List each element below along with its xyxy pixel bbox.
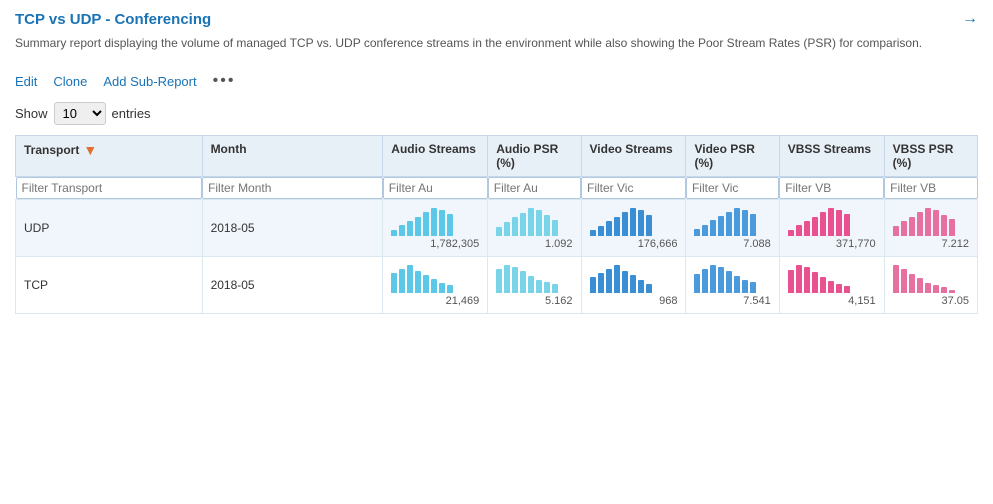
- cell-audio_psr: 5.162: [488, 257, 581, 314]
- header-video-psr[interactable]: Video PSR (%): [686, 136, 779, 177]
- filter-audio-streams-cell: [383, 177, 488, 200]
- table-header-row: Transport ▼ Month Audio Streams Audio PS…: [16, 136, 978, 177]
- filter-audio-psr-input[interactable]: [488, 177, 581, 199]
- header-audio-streams[interactable]: Audio Streams: [383, 136, 488, 177]
- filter-video-psr-input[interactable]: [686, 177, 779, 199]
- table-row: TCP2018-05 21,469 5.162 968 7.541 4,151 …: [16, 257, 978, 314]
- cell-transport: TCP: [16, 257, 203, 314]
- filter-row: [16, 177, 978, 200]
- filter-transport-cell: [16, 177, 203, 200]
- show-entries-control: Show 10 25 50 100 entries: [15, 102, 978, 125]
- entries-select[interactable]: 10 25 50 100: [54, 102, 106, 125]
- header-video-streams[interactable]: Video Streams: [581, 136, 686, 177]
- cell-transport: UDP: [16, 200, 203, 257]
- more-options-button[interactable]: •••: [213, 72, 236, 90]
- cell-vbss_psr: 7.212: [884, 200, 977, 257]
- data-table: Transport ▼ Month Audio Streams Audio PS…: [15, 135, 978, 314]
- filter-transport-input[interactable]: [16, 177, 203, 199]
- header-transport[interactable]: Transport ▼: [16, 136, 203, 177]
- page-title: TCP vs UDP - Conferencing →: [15, 10, 978, 28]
- entries-label: entries: [112, 106, 151, 121]
- show-label: Show: [15, 106, 48, 121]
- cell-video_psr: 7.541: [686, 257, 779, 314]
- filter-vbss-streams-cell: [779, 177, 884, 200]
- header-month[interactable]: Month: [202, 136, 383, 177]
- filter-vbss-streams-input[interactable]: [779, 177, 884, 199]
- header-vbss-psr[interactable]: VBSS PSR (%): [884, 136, 977, 177]
- filter-vbss-psr-input[interactable]: [884, 177, 977, 199]
- filter-video-streams-cell: [581, 177, 686, 200]
- filter-audio-psr-cell: [488, 177, 581, 200]
- add-sub-report-link[interactable]: Add Sub-Report: [103, 74, 196, 89]
- filter-vbss-psr-cell: [884, 177, 977, 200]
- filter-video-psr-cell: [686, 177, 779, 200]
- cell-audio_streams: 1,782,305: [383, 200, 488, 257]
- sort-icon: ▼: [83, 142, 97, 158]
- cell-video_psr: 7.088: [686, 200, 779, 257]
- cell-video_streams: 968: [581, 257, 686, 314]
- cell-vbss_streams: 4,151: [779, 257, 884, 314]
- filter-video-streams-input[interactable]: [581, 177, 686, 199]
- filter-month-input[interactable]: [202, 177, 383, 199]
- cell-audio_streams: 21,469: [383, 257, 488, 314]
- cell-audio_psr: 1.092: [488, 200, 581, 257]
- action-bar: Edit Clone Add Sub-Report •••: [15, 72, 978, 90]
- cell-month: 2018-05: [202, 200, 383, 257]
- cell-vbss_psr: 37.05: [884, 257, 977, 314]
- filter-month-cell: [202, 177, 383, 200]
- header-vbss-streams[interactable]: VBSS Streams: [779, 136, 884, 177]
- page-description: Summary report displaying the volume of …: [15, 34, 978, 52]
- cell-vbss_streams: 371,770: [779, 200, 884, 257]
- cell-month: 2018-05: [202, 257, 383, 314]
- header-audio-psr[interactable]: Audio PSR (%): [488, 136, 581, 177]
- table-row: UDP2018-05 1,782,305 1.092 176,666 7.088…: [16, 200, 978, 257]
- edit-link[interactable]: Edit: [15, 74, 37, 89]
- clone-link[interactable]: Clone: [53, 74, 87, 89]
- filter-audio-streams-input[interactable]: [383, 177, 488, 199]
- title-text: TCP vs UDP - Conferencing: [15, 11, 211, 28]
- navigate-arrow-icon[interactable]: →: [962, 10, 978, 28]
- cell-video_streams: 176,666: [581, 200, 686, 257]
